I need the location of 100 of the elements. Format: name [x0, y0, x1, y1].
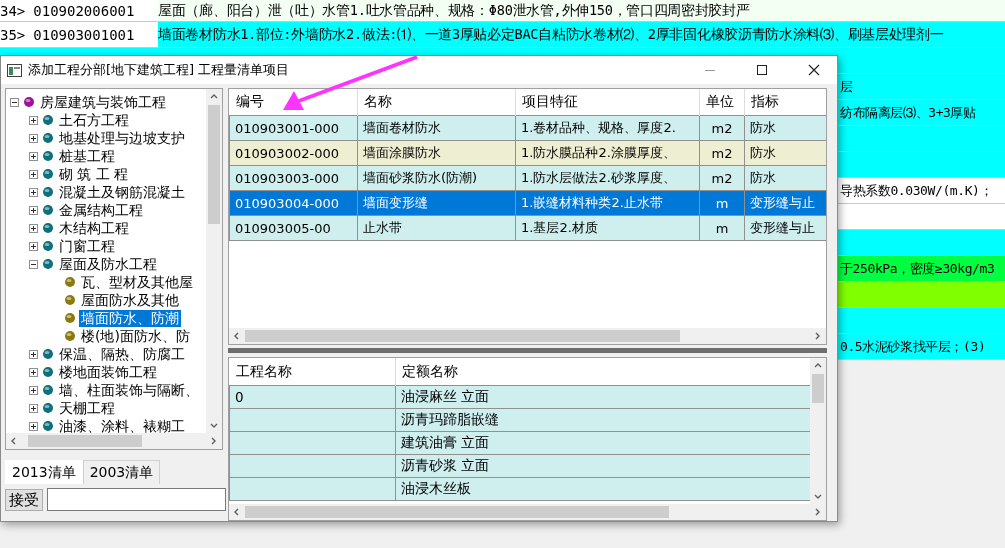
ball-icon [42, 168, 54, 180]
row-number: 35> [0, 26, 26, 43]
table-cell: m2 [699, 165, 745, 191]
accept-button[interactable]: 接受 [5, 488, 43, 511]
tree-item[interactable]: 房屋建筑与装饰工程 [38, 93, 168, 111]
ball-icon [42, 348, 54, 360]
column-header[interactable]: 单位 [699, 89, 745, 116]
tree-item[interactable]: 桩基工程 [57, 147, 117, 165]
ball-icon [42, 240, 54, 252]
tree-item[interactable]: 金属结构工程 [57, 201, 145, 219]
horizontal-scrollbar[interactable] [229, 328, 826, 344]
expand-icon[interactable] [29, 367, 38, 377]
table-row[interactable]: 010903001-000 墙面卷材防水 1.卷材品种、规格、厚度2. m2 防水 [229, 115, 826, 141]
tree-item[interactable]: 门窗工程 [57, 237, 117, 255]
expand-icon[interactable] [29, 223, 38, 233]
table-row[interactable]: 010903002-000 墙面涂膜防水 1.防水膜品种2.涂膜厚度、 m2 防水 [229, 140, 826, 166]
expand-icon[interactable] [29, 349, 38, 359]
window-title: 添加工程分部[地下建筑工程] 工程量清单项目 [28, 61, 291, 79]
scrollbar-thumb[interactable] [812, 374, 824, 403]
table-cell: 墙面砂浆防水(防潮) [357, 165, 516, 191]
table-cell: 建筑油膏 立面 [395, 431, 810, 455]
scrollbar-thumb[interactable] [245, 330, 681, 342]
ball-icon [64, 312, 76, 324]
close-icon [808, 64, 820, 76]
tree-item[interactable]: 油漆、涂料、裱糊工 [57, 417, 187, 433]
horizontal-scrollbar[interactable] [229, 504, 826, 520]
ball-icon [42, 204, 54, 216]
column-header[interactable]: 名称 [357, 89, 516, 116]
column-header[interactable]: 工程名称 [229, 358, 396, 386]
input-field[interactable] [47, 488, 226, 511]
expand-icon[interactable] [29, 385, 38, 395]
collapse-icon[interactable] [29, 259, 38, 269]
tree-item[interactable]: 混凝土及钢筋混凝土 [57, 183, 187, 201]
vertical-scrollbar[interactable] [810, 358, 826, 504]
table-row[interactable]: 010903003-000 墙面砂浆防水(防潮) 1.防水层做法2.砂浆厚度、 m2 防水 [229, 165, 826, 191]
table-cell: 1.卷材品种、规格、厚度2. [515, 115, 700, 141]
table-cell: m2 [699, 115, 745, 141]
expand-icon[interactable] [29, 133, 38, 143]
table-cell: 油浸木丝板 [395, 477, 810, 501]
ball-icon [42, 222, 54, 234]
item-description: 屋面（廊、阳台）泄（吐）水管1.吐水管品种、规格：Φ80泄水管,外伸150，管口四周密封胶封严 [158, 1, 750, 20]
table-cell: 010903001-000 [229, 115, 358, 141]
tree-item[interactable]: 楼(地)面防水、防 [79, 327, 192, 345]
expand-icon[interactable] [29, 205, 38, 215]
expand-icon[interactable] [29, 241, 38, 251]
table-cell: 止水带 [357, 215, 516, 241]
scrollbar-thumb[interactable] [27, 435, 142, 447]
expand-icon[interactable] [29, 169, 38, 179]
vertical-scrollbar[interactable] [206, 89, 222, 433]
column-header[interactable]: 定额名称 [395, 358, 810, 386]
item-description: 于250kPa，密度≥30kg/m3 [840, 259, 995, 278]
table-row[interactable]: 010903005-00 止水带 1.基层2.材质 m 变形缝与止 [229, 215, 826, 241]
ball-icon [64, 330, 76, 342]
scrollbar-thumb[interactable] [208, 105, 220, 224]
tree-item[interactable]: 土石方工程 [57, 111, 131, 129]
item-description: 导热系数0.030W/(m.K)； [840, 181, 993, 200]
tab[interactable]: 2013清单 [5, 460, 83, 484]
tree-item[interactable]: 瓦、型材及其他屋 [79, 273, 195, 291]
collapse-icon[interactable] [10, 97, 19, 107]
table-cell: 1.嵌缝材料种类2.止水带 [515, 190, 700, 216]
table-cell: 010903002-000 [229, 140, 358, 166]
ball-icon [42, 366, 54, 378]
table-cell: 墙面变形缝 [357, 190, 516, 216]
column-header[interactable]: 项目特征 [515, 89, 700, 116]
table-cell: 墙面卷材防水 [357, 115, 516, 141]
tab[interactable]: 2003清单 [82, 460, 161, 484]
table-cell: 沥青砂浆 立面 [395, 454, 810, 478]
scrollbar-thumb[interactable] [245, 506, 669, 518]
table-cell: 油浸麻丝 立面 [395, 385, 810, 409]
tree-item[interactable]: 地基处理与边坡支护 [57, 129, 187, 147]
maximize-icon [756, 64, 768, 76]
horizontal-scrollbar[interactable] [6, 433, 222, 449]
tree-item[interactable]: 楼地面装饰工程 [57, 363, 159, 381]
tree-item[interactable]: 砌 筑 工 程 [57, 165, 131, 183]
column-header[interactable]: 编号 [229, 89, 358, 116]
tree-item[interactable]: 屋面及防水工程 [57, 255, 159, 273]
ball-icon [23, 96, 35, 108]
ball-icon [64, 294, 76, 306]
tree-item[interactable]: 屋面防水及其他 [79, 291, 181, 309]
ball-icon [42, 420, 54, 432]
expand-icon[interactable] [29, 403, 38, 413]
table-cell: 010903005-00 [229, 215, 358, 241]
ball-icon [42, 402, 54, 414]
table-cell: 010903004-000 [229, 190, 358, 216]
ball-icon [42, 384, 54, 396]
expand-icon[interactable] [29, 187, 38, 197]
tree-item[interactable]: 保温、隔热、防腐工 [57, 345, 187, 363]
tree-item[interactable]: 墙面防水、防潮 [79, 309, 181, 327]
ball-icon [42, 114, 54, 126]
table-cell: 010903003-000 [229, 165, 358, 191]
expand-icon[interactable] [29, 115, 38, 125]
tree-item[interactable]: 木结构工程 [57, 219, 131, 237]
tree-item[interactable]: 天棚工程 [57, 399, 117, 417]
expand-icon[interactable] [29, 421, 38, 431]
column-header[interactable]: 指标 [744, 89, 826, 116]
expand-icon[interactable] [29, 151, 38, 161]
row-number: 34> [0, 2, 26, 19]
table-row[interactable]: 010903004-000 墙面变形缝 1.嵌缝材料种类2.止水带 m 变形缝与止 [229, 190, 826, 216]
ball-icon [42, 186, 54, 198]
tree-item[interactable]: 墙、柱面装饰与隔断、 [57, 381, 201, 399]
